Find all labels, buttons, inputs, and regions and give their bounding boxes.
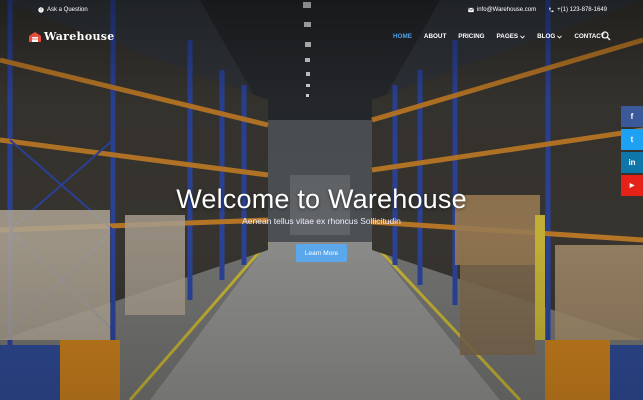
nav-home[interactable]: HOME	[387, 33, 418, 40]
nav-about[interactable]: ABOUT	[418, 33, 452, 40]
main-navbar: Warehouse HOME ABOUT PRICING PAGES BLOG …	[0, 26, 643, 48]
nav-blog[interactable]: BLOG	[531, 33, 568, 40]
nav-pricing[interactable]: PRICING	[452, 33, 490, 40]
main-menu: HOME ABOUT PRICING PAGES BLOG CONTACT	[387, 33, 611, 40]
youtube-icon[interactable]: ▶	[621, 175, 643, 196]
contact-email[interactable]: info@Warehouse.com	[477, 7, 536, 13]
chevron-down-icon	[520, 34, 525, 39]
question-icon: ?	[38, 7, 44, 13]
brand-logo[interactable]: Warehouse	[29, 30, 115, 43]
hero-subtitle: Aenean tellus vitae ex rhoncus Sollicitu…	[242, 216, 401, 226]
top-info-bar: ? Ask a Question info@Warehouse.com +(1)…	[0, 4, 643, 18]
linkedin-icon[interactable]: in	[621, 152, 643, 173]
facebook-icon[interactable]: f	[621, 106, 643, 127]
envelope-icon	[467, 7, 474, 13]
hero-title: Welcome to Warehouse	[176, 184, 467, 214]
nav-blog-label: BLOG	[537, 33, 556, 40]
phone-icon	[549, 7, 554, 13]
warehouse-logo-icon	[29, 31, 41, 42]
nav-pages-label: PAGES	[496, 33, 519, 40]
nav-home-label: HOME	[393, 33, 412, 40]
contact-phone[interactable]: +(1) 123-878-1649	[557, 7, 607, 13]
nav-pricing-label: PRICING	[458, 33, 485, 40]
twitter-icon[interactable]: t	[621, 129, 643, 150]
brand-name: Warehouse	[44, 30, 115, 43]
ask-question-link[interactable]: Ask a Question	[47, 7, 88, 13]
learn-more-button[interactable]: Learn More	[296, 244, 347, 262]
chevron-down-icon	[557, 34, 563, 39]
search-icon[interactable]	[601, 31, 611, 41]
social-sidebar: f t in ▶	[621, 106, 643, 198]
nav-about-label: ABOUT	[423, 33, 447, 40]
nav-pages[interactable]: PAGES	[491, 33, 532, 40]
